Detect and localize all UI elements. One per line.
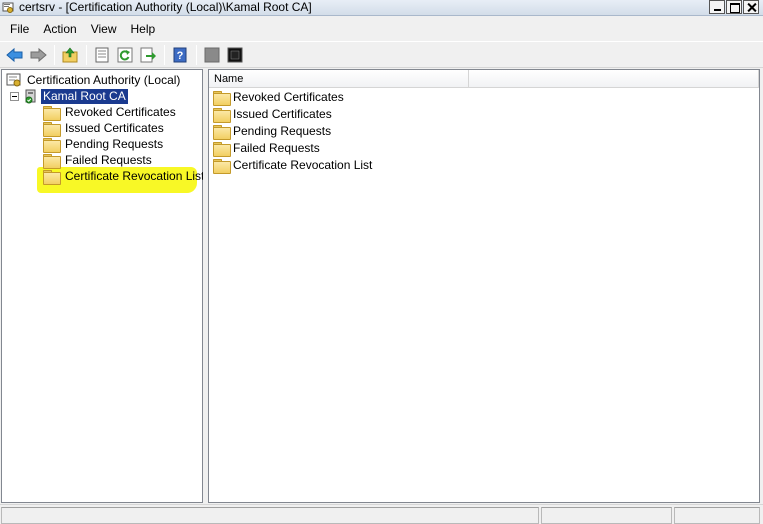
back-button[interactable] xyxy=(4,44,26,66)
list-item-label: Certificate Revocation List xyxy=(233,158,373,172)
toolbar-separator xyxy=(196,44,197,65)
column-header-row: Name xyxy=(209,70,759,88)
certificate-authority-icon xyxy=(6,73,21,87)
folder-icon xyxy=(213,141,231,157)
column-header-name[interactable]: Name xyxy=(209,70,469,88)
maximize-button[interactable] xyxy=(726,0,742,14)
toolbar-separator xyxy=(164,44,165,65)
menu-bar: File Action View Help xyxy=(0,17,763,41)
folder-icon xyxy=(213,158,231,174)
folder-icon xyxy=(43,137,61,153)
ca-server-icon xyxy=(25,89,36,104)
folder-icon xyxy=(213,90,231,106)
stop-service-button[interactable] xyxy=(224,44,246,66)
window-title: certsrv - [Certification Authority (Loca… xyxy=(19,0,312,14)
export-list-button[interactable] xyxy=(137,44,159,66)
tree-item-issued-certificates[interactable]: Issued Certificates xyxy=(43,120,166,137)
folder-icon xyxy=(43,169,61,185)
menu-action[interactable]: Action xyxy=(36,17,83,41)
tree-item-kamal-root-ca[interactable]: Kamal Root CA xyxy=(23,88,128,104)
certsrv-app-icon xyxy=(2,2,14,13)
list-item[interactable]: Pending Requests xyxy=(213,123,332,140)
tree-item-failed-requests[interactable]: Failed Requests xyxy=(43,152,154,169)
close-button[interactable] xyxy=(743,0,759,14)
list-item[interactable]: Issued Certificates xyxy=(213,106,332,123)
list-item-label: Pending Requests xyxy=(233,124,332,138)
list-item-label: Issued Certificates xyxy=(233,107,332,121)
tree-item-label: Issued Certificates xyxy=(65,120,164,135)
list-item[interactable]: Revoked Certificates xyxy=(213,89,344,106)
menu-view[interactable]: View xyxy=(84,17,124,41)
toolbar: ? xyxy=(0,41,763,68)
properties-icon xyxy=(95,47,109,62)
tree-item-label: Pending Requests xyxy=(65,136,164,151)
folder-icon xyxy=(43,105,61,121)
refresh-button[interactable] xyxy=(114,44,136,66)
list-item[interactable]: Certificate Revocation List xyxy=(213,157,373,174)
title-bar: certsrv - [Certification Authority (Loca… xyxy=(0,0,763,16)
help-icon: ? xyxy=(173,47,187,62)
list-item[interactable]: Failed Requests xyxy=(213,140,320,157)
status-pane-main xyxy=(1,507,539,524)
forward-button[interactable] xyxy=(27,44,49,66)
toolbar-separator xyxy=(54,44,55,65)
export-list-icon xyxy=(140,47,156,62)
menu-help[interactable]: Help xyxy=(124,17,163,41)
up-one-level-button[interactable] xyxy=(59,44,81,66)
details-list-pane[interactable]: Name Revoked Certificates Issued Certifi… xyxy=(208,69,760,503)
minimize-button[interactable] xyxy=(709,0,725,14)
status-bar xyxy=(0,504,763,524)
start-service-button[interactable] xyxy=(201,44,223,66)
tree-item-certificate-revocation-list[interactable]: Certificate Revocation List xyxy=(43,168,206,185)
tree-item-ca-local[interactable]: Certification Authority (Local) xyxy=(6,72,182,88)
tree-root-label: Certification Authority (Local) xyxy=(27,72,181,87)
column-header-empty[interactable] xyxy=(469,70,759,88)
console-tree-pane[interactable]: Certification Authority (Local) Kamal Ro… xyxy=(1,69,206,503)
folder-icon xyxy=(213,107,231,123)
collapse-toggle[interactable] xyxy=(10,92,19,101)
toolbar-separator xyxy=(86,44,87,65)
status-pane-secondary xyxy=(541,507,672,524)
help-button[interactable]: ? xyxy=(169,44,191,66)
menu-file[interactable]: File xyxy=(3,17,36,41)
list-item-label: Revoked Certificates xyxy=(233,90,344,104)
svg-text:?: ? xyxy=(177,50,184,62)
stop-service-icon xyxy=(227,47,243,62)
forward-arrow-icon xyxy=(30,47,47,62)
tree-item-label: Failed Requests xyxy=(65,152,152,167)
tree-item-pending-requests[interactable]: Pending Requests xyxy=(43,136,165,153)
folder-icon xyxy=(213,124,231,140)
refresh-icon xyxy=(117,47,133,62)
list-item-label: Failed Requests xyxy=(233,141,320,155)
back-arrow-icon xyxy=(6,47,23,62)
tree-ca-label: Kamal Root CA xyxy=(41,88,128,104)
folder-icon xyxy=(43,121,61,137)
tree-item-revoked-certificates[interactable]: Revoked Certificates xyxy=(43,104,178,121)
status-pane-tertiary xyxy=(674,507,760,524)
properties-button[interactable] xyxy=(91,44,113,66)
up-folder-icon xyxy=(62,47,78,62)
tree-item-label: Certificate Revocation List xyxy=(65,168,205,183)
folder-icon xyxy=(43,153,61,169)
start-service-icon xyxy=(204,47,220,62)
tree-item-label: Revoked Certificates xyxy=(65,104,176,119)
